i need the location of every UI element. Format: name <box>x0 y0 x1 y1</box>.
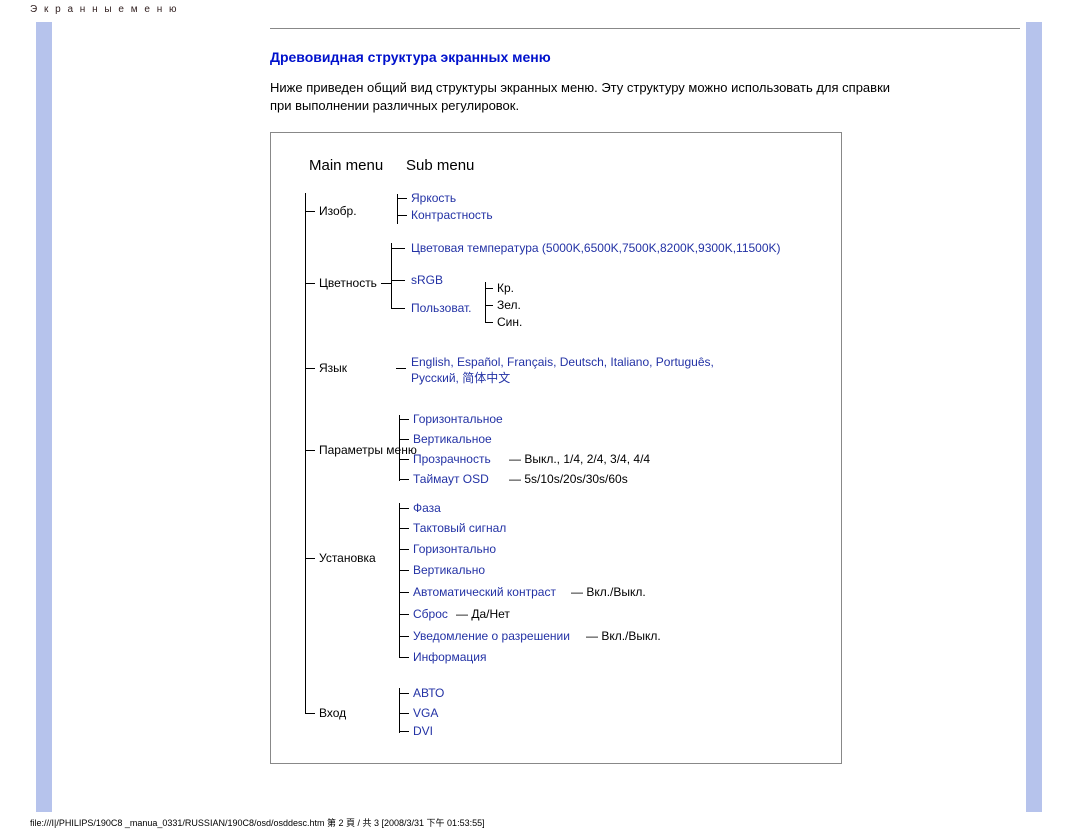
sub-color-g: Зел. <box>497 298 521 312</box>
section-title: Древовидная структура экранных меню <box>270 49 1020 65</box>
divider <box>270 28 1020 29</box>
main-language: Язык <box>319 361 347 375</box>
sub-setup-phase: Фаза <box>413 501 441 515</box>
sub-osd-timeout-v: — 5s/10s/20s/30s/60s <box>509 472 628 486</box>
main-image: Изобр. <box>319 204 357 218</box>
decoration-stripe-left <box>36 22 52 812</box>
osd-tree-diagram: Main menu Sub menu Изобр. Цветность Язык… <box>270 132 842 764</box>
page-header: Э к р а н н ы е м е н ю <box>30 4 179 15</box>
sub-color-r: Кр. <box>497 281 514 295</box>
page-footer: file:///I|/PHILIPS/190C8 _manua_0331/RUS… <box>30 816 485 829</box>
main-setup: Установка <box>319 551 376 565</box>
sub-setup-reset: Сброс <box>413 607 448 621</box>
sub-setup-vert: Вертикально <box>413 563 485 577</box>
sub-osd-vert: Вертикальное <box>413 432 492 446</box>
main-osd: Параметры меню <box>319 443 417 457</box>
sub-color-b: Син. <box>497 315 522 329</box>
intro-text: Ниже приведен общий вид структуры экранн… <box>270 79 890 114</box>
sub-user-color: Пользоват. <box>411 301 471 315</box>
col-header-sub: Sub menu <box>406 157 474 174</box>
main-input: Вход <box>319 706 346 720</box>
sub-setup-clock: Тактовый сигнал <box>413 521 506 535</box>
sub-setup-res: Уведомление о разрешении <box>413 629 570 643</box>
sub-setup-auto: Автоматический контраст <box>413 585 556 599</box>
sub-osd-timeout: Таймаут OSD <box>413 472 489 486</box>
sub-input-vga: VGA <box>413 706 438 720</box>
sub-input-auto: АВТО <box>413 686 444 700</box>
main-color: Цветность <box>319 276 377 290</box>
sub-osd-trans: Прозрачность <box>413 452 491 466</box>
sub-setup-res-v: — Вкл./Выкл. <box>586 629 661 643</box>
col-header-main: Main menu <box>309 157 383 174</box>
decoration-stripe-right <box>1026 22 1042 812</box>
sub-languages: English, Español, Français, Deutsch, Ita… <box>411 355 731 386</box>
sub-setup-reset-v: — Да/Нет <box>456 607 510 621</box>
sub-setup-auto-v: — Вкл./Выкл. <box>571 585 646 599</box>
sub-brightness: Яркость <box>411 191 456 205</box>
sub-input-dvi: DVI <box>413 724 433 738</box>
sub-color-temp: Цветовая температура (5000K,6500K,7500K,… <box>411 241 831 255</box>
sub-srgb: sRGB <box>411 273 443 287</box>
sub-setup-info: Информация <box>413 650 486 664</box>
sub-contrast: Контрастность <box>411 208 493 222</box>
sub-setup-horiz: Горизонтально <box>413 542 496 556</box>
sub-osd-horiz: Горизонтальное <box>413 412 503 426</box>
sub-osd-trans-v: — Выкл., 1/4, 2/4, 3/4, 4/4 <box>509 452 650 466</box>
